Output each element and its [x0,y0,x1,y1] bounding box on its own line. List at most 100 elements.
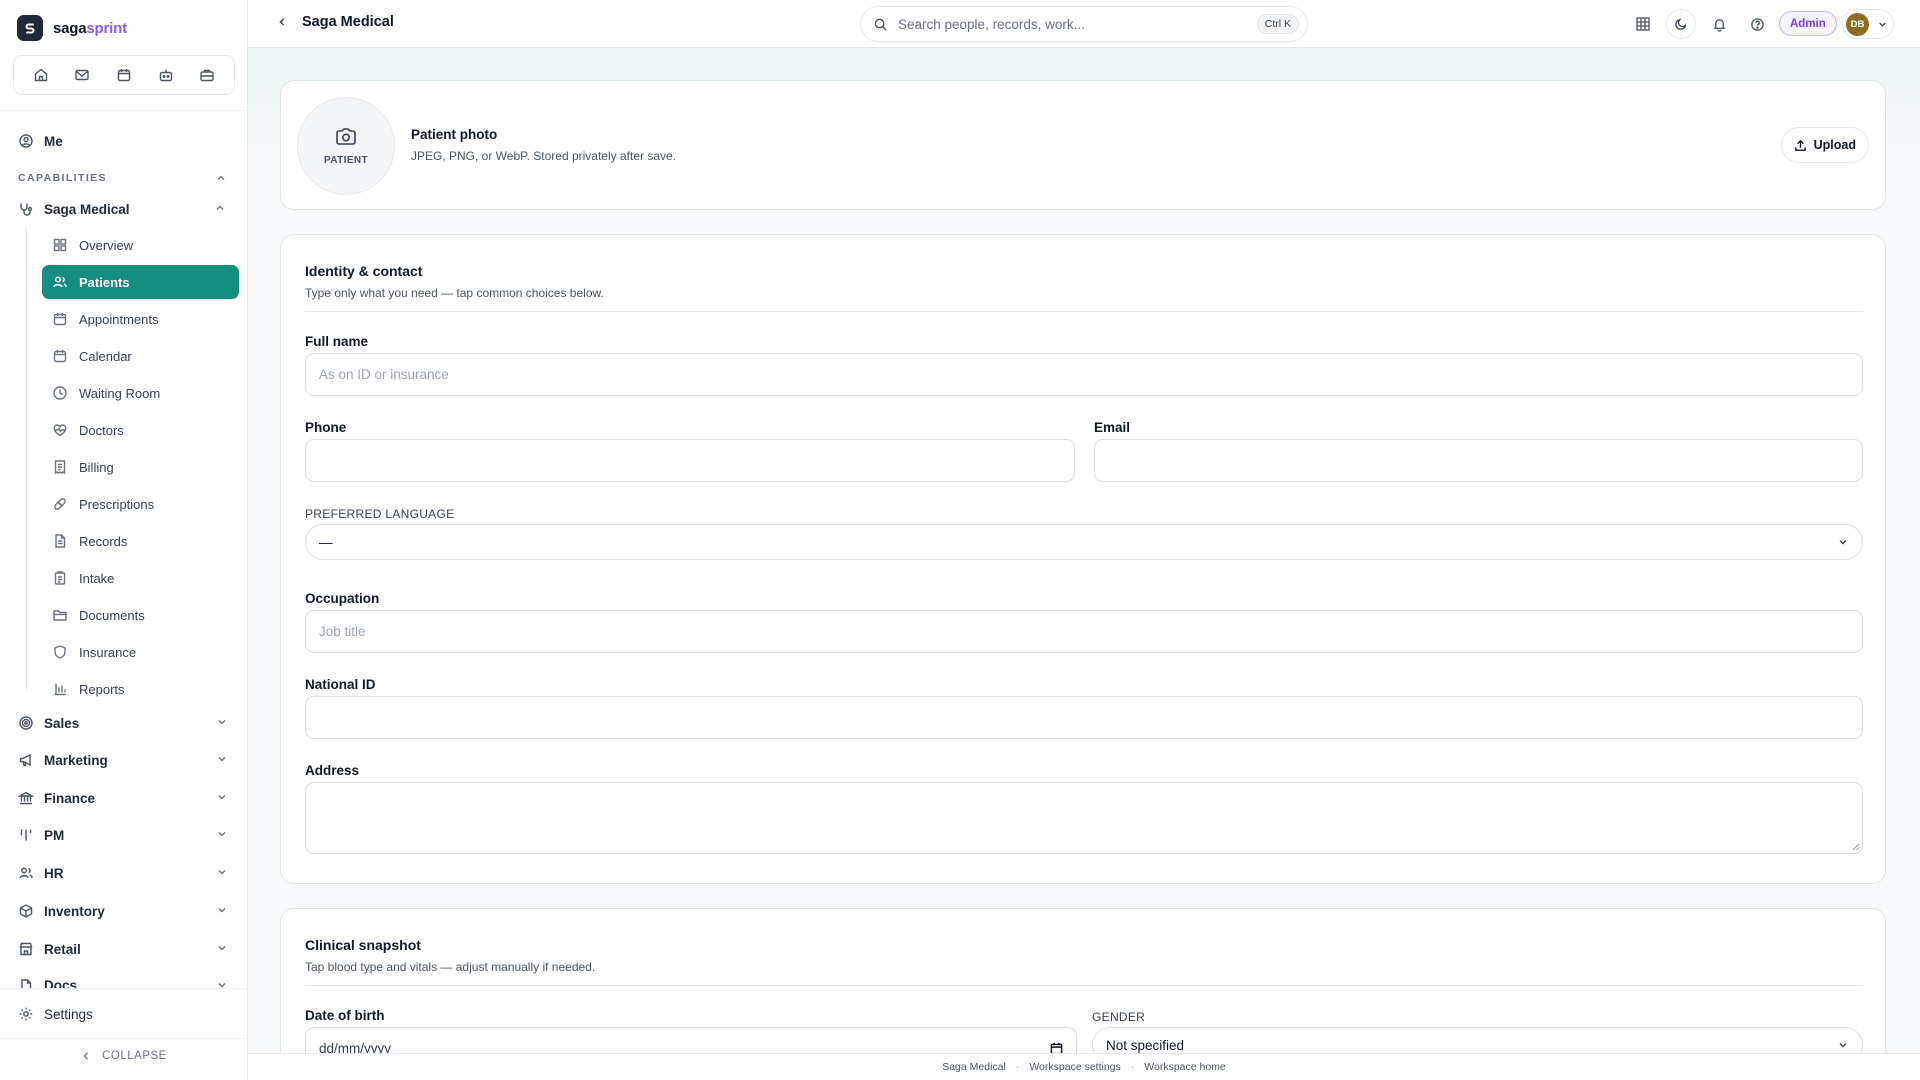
megaphone-icon [18,752,34,768]
occupation-input[interactable]: Job title [305,610,1863,653]
sidebar-item-billing[interactable]: Billing [42,450,239,484]
briefcase-icon[interactable] [193,61,221,89]
chevron-down-icon [216,904,228,916]
nav-settings-label: Settings [44,1006,93,1022]
upload-button-label: Upload [1813,138,1856,152]
nav-group-pm[interactable]: PM [18,827,230,843]
sidebar-item-documents[interactable]: Documents [42,598,239,632]
sidebar-item-patients[interactable]: Patients [42,265,239,299]
sidebar-item-label: Waiting Room [79,385,161,401]
preferred-language-select[interactable]: — [305,524,1863,560]
sidebar-item-overview[interactable]: Overview [42,228,239,262]
chevron-down-icon [216,753,228,765]
date-of-birth-label: Date of birth [305,1008,385,1023]
sidebar-item-label: Calendar [79,348,132,364]
mail-icon[interactable] [68,61,96,89]
resize-handle-icon[interactable] [1852,843,1860,851]
sidebar-item-label: Prescriptions [79,496,155,512]
brand[interactable]: sagasprint [17,15,127,41]
bank-icon [18,790,34,806]
top-bar: Saga Medical Search people, records, wor… [248,0,1920,48]
nav-group-docs[interactable]: Docs [18,978,230,988]
nav-group-label: PM [44,827,65,843]
calendar-icon[interactable] [110,61,138,89]
calendar-icon[interactable] [1050,1042,1063,1053]
sidebar-item-reports[interactable]: Reports [42,672,239,706]
nav-saga-medical[interactable]: Saga Medical [18,201,224,217]
nav-me[interactable]: Me [18,133,63,149]
nav-group-marketing[interactable]: Marketing [18,752,230,768]
global-search[interactable]: Search people, records, work... Ctrl K [860,6,1308,42]
full-name-label: Full name [305,334,369,349]
brand-name-main: saga [53,19,87,37]
sidebar-item-doctors[interactable]: Doctors [42,413,239,447]
user-circle-icon [18,133,34,149]
sidebar-item-intake[interactable]: Intake [42,561,239,595]
separator: · [1130,1061,1135,1073]
national-id-input[interactable] [305,696,1863,739]
grid-icon [52,237,68,253]
nav-group-retail[interactable]: Retail [18,941,230,957]
chevron-up-icon[interactable] [215,172,227,184]
sidebar-item-label: Doctors [79,422,124,438]
upload-button[interactable]: Upload [1780,127,1869,163]
sidebar-item-appointments[interactable]: Appointments [42,302,239,336]
sidebar-item-insurance[interactable]: Insurance [42,635,239,669]
footer-link-workspace-home[interactable]: Workspace home [1144,1061,1226,1073]
home-icon[interactable] [27,61,55,89]
upload-icon [1794,139,1807,152]
store-icon [18,941,34,957]
nav-settings[interactable]: Settings [18,1006,93,1022]
full-name-input[interactable]: As on ID or insurance [305,353,1863,396]
tree-line [26,228,27,690]
section-subtitle: Type only what you need — tap common cho… [305,286,604,300]
nav-group-label: Finance [44,790,96,806]
chevron-down-icon [1837,536,1849,548]
user-menu[interactable]: DB [1842,9,1894,39]
nav-group-label: Marketing [44,752,108,768]
section-title: Clinical snapshot [305,937,421,953]
users-icon [52,274,68,290]
divider [0,1038,247,1039]
search-input[interactable]: Search people, records, work... [898,17,1247,32]
nav-group-inventory[interactable]: Inventory [18,903,230,919]
nav-group-hr[interactable]: HR [18,865,230,881]
email-input[interactable] [1094,439,1863,482]
role-badge[interactable]: Admin [1779,11,1837,36]
photo-placeholder[interactable]: PATIENT [297,97,395,195]
clock-icon [52,385,68,401]
moon-icon[interactable] [1666,9,1696,39]
apps-grid-icon[interactable] [1628,9,1658,39]
sidebar-item-label: Insurance [79,644,137,660]
help-icon[interactable] [1742,9,1772,39]
brand-name-accent: sprint [86,19,127,37]
sidebar-item-calendar[interactable]: Calendar [42,339,239,373]
sidebar-item-waiting-room[interactable]: Waiting Room [42,376,239,410]
search-shortcut: Ctrl K [1256,14,1299,34]
sidebar-item-prescriptions[interactable]: Prescriptions [42,487,239,521]
nav-group-label: HR [44,865,64,881]
chevron-left-icon[interactable] [276,16,288,28]
footer-link-workspace-settings[interactable]: Workspace settings [1029,1061,1120,1073]
nav-group-finance[interactable]: Finance [18,790,230,806]
camera-icon [335,127,357,147]
breadcrumb-title: Saga Medical [302,14,394,30]
sidebar-item-records[interactable]: Records [42,524,239,558]
chevron-down-icon [216,866,228,878]
address-textarea[interactable] [305,782,1863,854]
breadcrumb[interactable]: Saga Medical [276,14,394,30]
date-of-birth-input[interactable]: dd/mm/yyyy [305,1027,1077,1053]
collapse-button[interactable]: COLLAPSE [0,1050,247,1062]
section-title: Identity & contact [305,263,423,279]
chevron-down-icon [1837,1039,1849,1051]
bell-icon[interactable] [1704,9,1734,39]
bot-icon[interactable] [152,61,180,89]
gender-select[interactable]: Not specified [1092,1027,1863,1053]
footer-link-saga-medical[interactable]: Saga Medical [942,1061,1006,1073]
divider [305,985,1863,986]
phone-input[interactable] [305,439,1075,482]
sidebar-item-label: Reports [79,681,125,697]
national-id-label: National ID [305,677,376,692]
heart-pulse-icon [52,422,68,438]
nav-group-sales[interactable]: Sales [18,715,230,731]
